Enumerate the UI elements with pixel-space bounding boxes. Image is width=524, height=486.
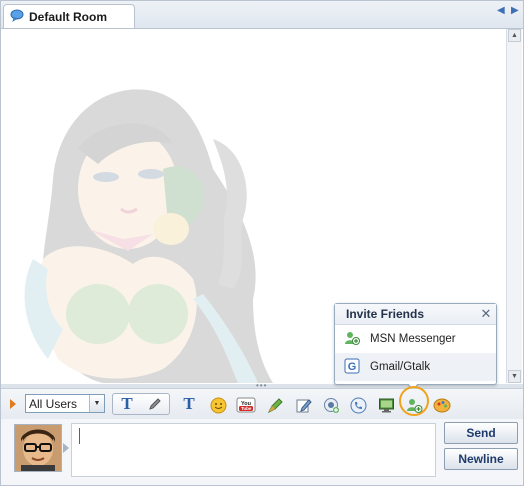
- tab-scroll-left-icon[interactable]: ◀: [497, 5, 505, 16]
- scroll-down-icon[interactable]: ▼: [508, 370, 521, 383]
- room-tab-title: Default Room: [29, 9, 107, 24]
- tab-scroll-right-icon[interactable]: ▶: [511, 5, 519, 16]
- user-filter-value: All Users: [29, 396, 78, 411]
- gtalk-icon: G: [344, 358, 360, 377]
- avatar[interactable]: [14, 424, 62, 472]
- text-format-icon[interactable]: T: [117, 394, 137, 414]
- chat-toolbar: All Users ▼ T T You Tube: [1, 388, 523, 420]
- send-button[interactable]: Send: [444, 422, 518, 444]
- message-input[interactable]: [71, 423, 436, 477]
- expand-arrow-icon[interactable]: [10, 399, 16, 409]
- room-tab[interactable]: Default Room: [3, 4, 135, 28]
- room-tab-bar: Default Room ◀ ▶: [1, 1, 523, 29]
- popup-title: Invite Friends: [346, 307, 425, 321]
- scroll-up-icon[interactable]: ▲: [508, 29, 521, 42]
- smiley-icon[interactable]: [208, 395, 228, 415]
- text-cursor: [79, 428, 80, 444]
- svg-text:G: G: [348, 361, 357, 373]
- composer-row: Send Newline: [1, 419, 523, 485]
- phone-icon[interactable]: [348, 395, 368, 415]
- screen-share-icon[interactable]: [376, 395, 396, 415]
- edit-icon[interactable]: [293, 395, 313, 415]
- svg-text:Tube: Tube: [241, 406, 252, 411]
- msn-add-icon: [344, 330, 360, 349]
- invite-friends-popup: Invite Friends ✕ MSN Messenger G Gmail/G…: [334, 303, 497, 391]
- chat-bubble-icon: [10, 9, 24, 25]
- user-filter-select[interactable]: All Users ▼: [25, 394, 105, 413]
- chat-window: Default Room ◀ ▶ ▲ ▼ ••• Invite Friends …: [0, 0, 524, 486]
- invite-gtalk-label: Gmail/Gtalk: [370, 361, 431, 373]
- theme-icon[interactable]: [432, 395, 452, 415]
- pen-icon[interactable]: [145, 394, 165, 414]
- newline-button[interactable]: Newline: [444, 448, 518, 470]
- youtube-icon[interactable]: You Tube: [236, 395, 256, 415]
- invite-msn-label: MSN Messenger: [370, 333, 456, 345]
- paint-icon[interactable]: [265, 395, 285, 415]
- font-icon[interactable]: T: [179, 394, 199, 414]
- camera-add-icon[interactable]: [321, 395, 341, 415]
- invite-gtalk-item[interactable]: G Gmail/Gtalk: [335, 353, 496, 381]
- chat-scrollbar[interactable]: ▲ ▼: [506, 29, 522, 383]
- invite-msn-item[interactable]: MSN Messenger: [335, 325, 496, 353]
- avatar-caret-icon: [63, 443, 69, 453]
- chevron-down-icon[interactable]: ▼: [89, 395, 104, 412]
- highlight-circle: [399, 386, 429, 416]
- popup-header: Invite Friends ✕: [335, 304, 496, 325]
- close-icon[interactable]: ✕: [476, 306, 496, 322]
